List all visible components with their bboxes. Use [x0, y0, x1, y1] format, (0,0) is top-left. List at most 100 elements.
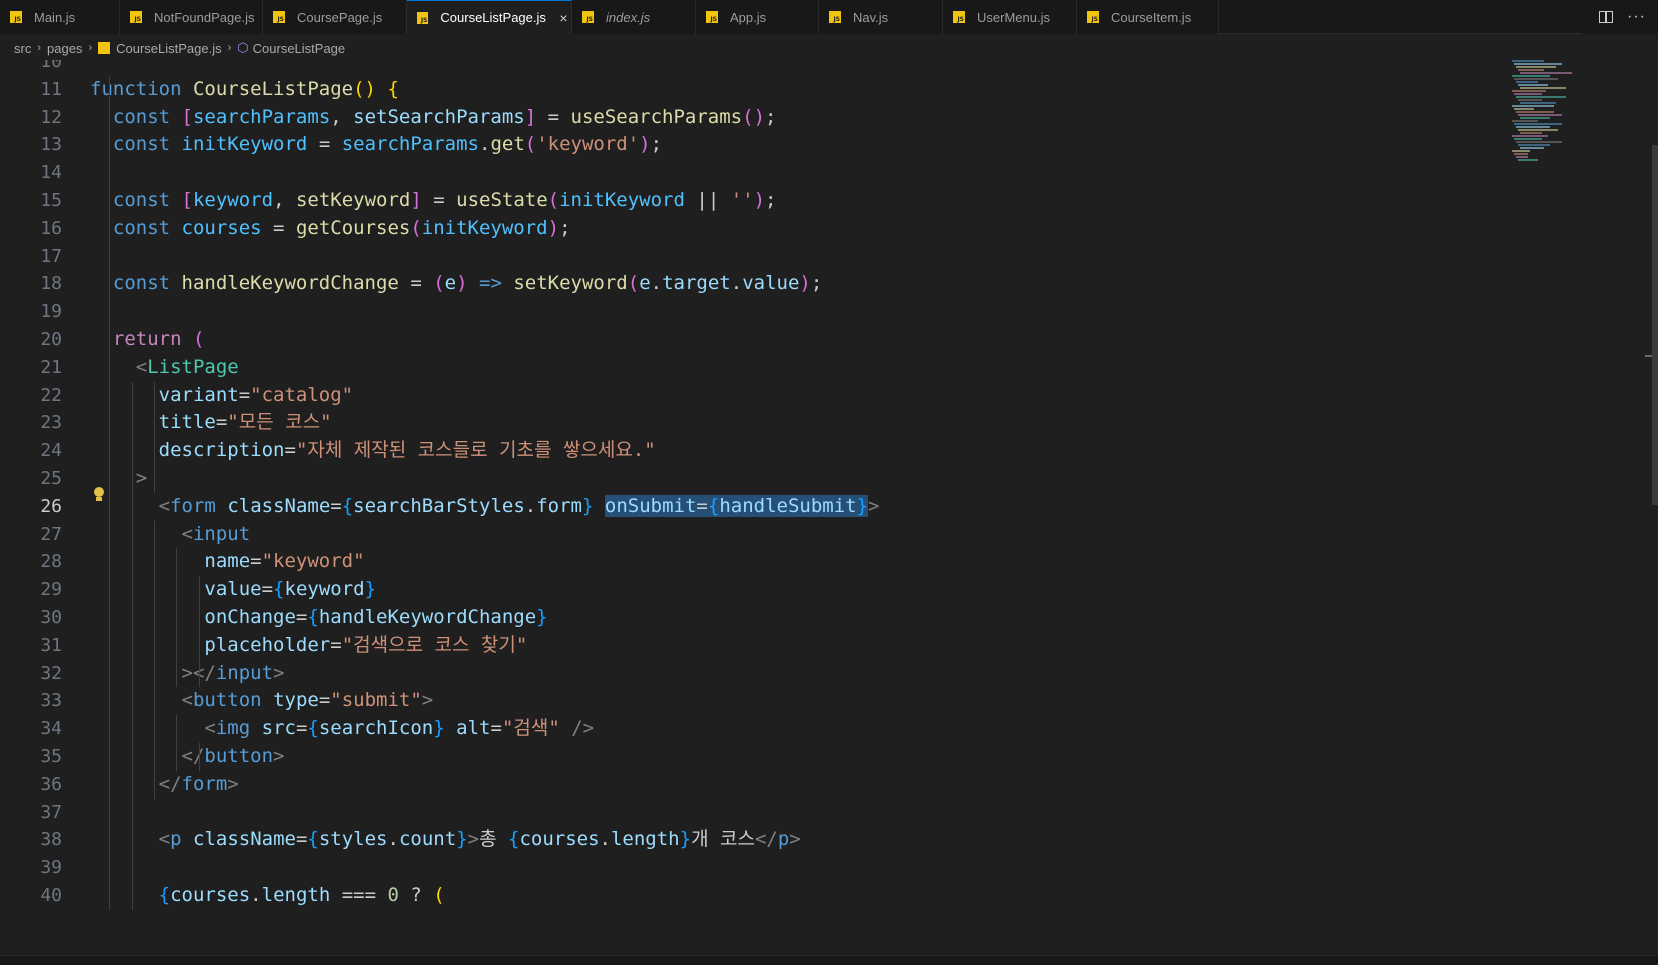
tab-nav[interactable]: JS Nav.js — [819, 0, 943, 34]
line-number: 32 — [40, 662, 62, 684]
line-number: 23 — [40, 412, 62, 434]
code-line[interactable]: onChange={handleKeywordChange} — [90, 604, 547, 632]
code-token: keyword — [192, 189, 274, 211]
code-token: target — [662, 272, 731, 295]
line-number: 26 — [40, 495, 62, 517]
code-token: getCourses — [295, 216, 411, 239]
tab-app[interactable]: JS App.js — [696, 0, 819, 34]
code-line[interactable]: const initKeyword = searchParams.get('ke… — [90, 131, 662, 159]
breadcrumb-symbol[interactable]: CourseListPage — [253, 41, 346, 56]
code-token: { — [307, 606, 319, 628]
code-line[interactable]: </form> — [90, 771, 239, 799]
breadcrumb-pages[interactable]: pages — [47, 41, 82, 56]
code-token: ; — [650, 133, 663, 156]
tab-notfoundpage[interactable]: JS NotFoundPage.js — [120, 0, 263, 34]
code-line[interactable]: {courses.length === 0 ? ( — [90, 882, 445, 910]
code-token: = — [330, 633, 342, 656]
code-token: } — [433, 717, 445, 740]
code-token: = — [536, 105, 571, 128]
vertical-scrollbar[interactable] — [1652, 145, 1658, 505]
code-line[interactable]: > — [90, 465, 147, 493]
code-token: [ — [181, 105, 193, 128]
tab-coursepage[interactable]: JS CoursePage.js — [263, 0, 407, 34]
code-line[interactable]: <button type="submit"> — [90, 687, 434, 715]
code-line[interactable]: return ( — [90, 326, 205, 354]
close-icon[interactable]: × — [556, 10, 571, 26]
code-token: = — [490, 717, 502, 740]
code-area[interactable]: function CourseListPage() { const [searc… — [90, 60, 1510, 955]
minimap-line — [1514, 108, 1534, 110]
code-line[interactable]: const handleKeywordChange = (e) => setKe… — [90, 270, 822, 298]
split-editor-icon[interactable] — [1599, 11, 1614, 23]
code-token: ( — [433, 884, 445, 906]
tab-label: CourseItem.js — [1111, 9, 1192, 25]
code-line[interactable]: </button> — [90, 743, 285, 771]
code-token: '' — [730, 189, 754, 211]
minimap-line — [1512, 90, 1546, 92]
code-token: function — [90, 77, 193, 100]
code-line[interactable]: <p className={styles.count}>총 {courses.l… — [90, 826, 801, 854]
minimap-line — [1512, 60, 1544, 62]
tab-usermenu[interactable]: JS UserMenu.js — [943, 0, 1077, 34]
line-number: 27 — [40, 523, 62, 545]
code-line[interactable]: function CourseListPage() { — [90, 76, 399, 104]
minimap-line — [1514, 63, 1562, 65]
tab-label: UserMenu.js — [977, 9, 1050, 25]
more-actions-icon[interactable]: ··· — [1627, 9, 1646, 25]
code-token: ) — [799, 272, 811, 295]
code-token: searchIcon — [318, 717, 434, 740]
chevron-right-icon: › — [88, 42, 93, 54]
line-number: 31 — [40, 634, 62, 656]
code-line[interactable]: <ListPage — [90, 354, 239, 382]
code-line[interactable]: const [searchParams, setSearchParams] = … — [90, 104, 777, 132]
code-token: "검색으로 코스 찾기" — [341, 633, 528, 656]
code-editor[interactable]: 10 11 12 13 14 15 16 17 18 19 20 21 22 23 24 25 26 27 28 29… — [0, 60, 1658, 955]
code-line[interactable]: ></input> — [90, 660, 285, 688]
code-line[interactable]: title="모든 코스" — [90, 409, 332, 437]
indent-guide — [154, 520, 155, 799]
tab-label: App.js — [730, 9, 767, 25]
code-token: "submit" — [330, 689, 422, 712]
minimap[interactable] — [1508, 60, 1608, 955]
symbol-function-icon: ⬡ — [237, 40, 249, 55]
code-token: ) — [547, 216, 560, 239]
code-line[interactable]: description="자체 제작된 코스들로 기초를 쌓으세요." — [90, 437, 656, 465]
code-token: button — [192, 689, 262, 712]
tab-courselistpage[interactable]: JS CourseListPage.js × — [407, 0, 572, 34]
code-line[interactable]: variant="catalog" — [90, 382, 353, 410]
code-token: styles — [318, 828, 388, 851]
code-line[interactable]: const [keyword, setKeyword] = useState(i… — [90, 187, 777, 215]
code-line[interactable]: <form className={searchBarStyles.form} o… — [90, 493, 880, 521]
code-token: > — [273, 661, 285, 684]
breadcrumb-src[interactable]: src — [14, 41, 31, 56]
minimap-line — [1520, 87, 1566, 89]
code-token: ( — [433, 272, 445, 295]
line-number: 24 — [40, 440, 62, 462]
code-token: e — [639, 272, 651, 295]
line-number: 12 — [40, 106, 62, 128]
code-token: { — [307, 717, 319, 740]
code-line[interactable]: placeholder="검색으로 코스 찾기" — [90, 632, 527, 660]
tab-courseitem[interactable]: JS CourseItem.js — [1077, 0, 1219, 34]
code-token: < — [181, 689, 193, 712]
code-token: "keyword" — [261, 550, 365, 573]
breadcrumb-file[interactable]: CourseListPage.js — [116, 41, 222, 56]
code-line[interactable]: <input — [90, 521, 251, 549]
code-line[interactable]: const courses = getCourses(initKeyword); — [90, 215, 571, 243]
code-token: ( — [192, 328, 205, 350]
tab-main[interactable]: JS Main.js — [0, 0, 120, 34]
code-line[interactable]: <img src={searchIcon} alt="검색" /> — [90, 715, 594, 743]
status-bar — [0, 955, 1658, 965]
code-token: [ — [181, 189, 193, 211]
code-token: </ — [754, 828, 778, 851]
code-token: = — [307, 133, 342, 156]
code-token: , — [273, 189, 296, 211]
tab-index[interactable]: JS index.js — [572, 0, 696, 34]
breadcrumb: src › pages › CourseListPage.js › ⬡ Cour… — [0, 36, 1658, 60]
